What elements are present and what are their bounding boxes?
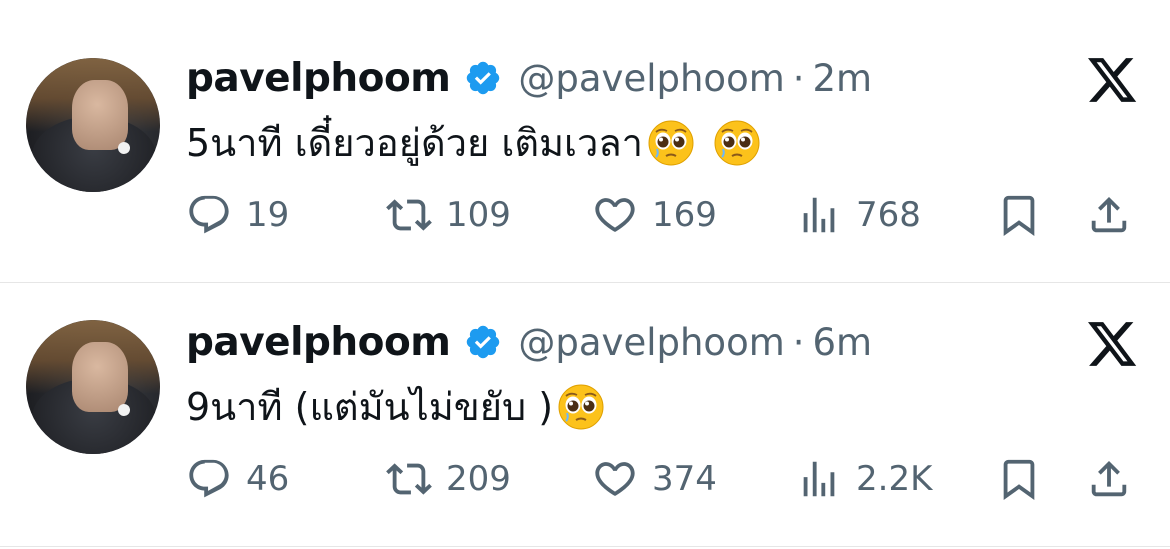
reply-icon xyxy=(189,459,229,498)
verified-badge-icon[interactable] xyxy=(464,323,502,361)
reply-button[interactable]: 19 xyxy=(186,190,289,240)
separator-dot: · xyxy=(792,320,805,364)
bookmark-icon xyxy=(1003,459,1035,500)
pleading-face-emoji xyxy=(557,383,605,431)
views-button[interactable]: 768 xyxy=(796,190,921,240)
timestamp[interactable]: 2m xyxy=(813,57,873,100)
tweet[interactable]: pavelphoom @pavelphoom · 2m 5นาที เดี๋ยว… xyxy=(0,18,1170,282)
action-bar: 19 109 169 768 xyxy=(186,190,1146,240)
avatar[interactable] xyxy=(26,58,160,192)
display-name[interactable]: pavelphoom xyxy=(186,56,451,101)
reply-button[interactable]: 46 xyxy=(186,454,289,504)
heart-icon xyxy=(595,462,635,496)
share-icon xyxy=(1091,460,1127,497)
reply-count: 46 xyxy=(246,459,290,499)
retweet-count: 109 xyxy=(446,195,511,235)
retweet-count: 209 xyxy=(446,459,511,499)
views-button[interactable]: 2.2K xyxy=(796,454,932,504)
retweet-button[interactable]: 209 xyxy=(386,454,511,504)
x-logo-icon xyxy=(1088,58,1137,102)
share-icon xyxy=(1091,196,1127,233)
avatar-person xyxy=(72,342,128,412)
bookmark-button[interactable] xyxy=(996,454,1042,504)
retweet-button[interactable]: 109 xyxy=(386,190,511,240)
tweet-text-content: 5นาที เดี๋ยวอยู่ด้วย เติมเวลา xyxy=(186,121,644,165)
like-button[interactable]: 169 xyxy=(592,190,717,240)
divider xyxy=(0,546,1170,547)
user-handle[interactable]: @pavelphoom xyxy=(518,321,784,364)
reply-count: 19 xyxy=(246,195,290,235)
user-handle[interactable]: @pavelphoom xyxy=(518,57,784,100)
views-icon xyxy=(803,461,835,497)
tweet-text: 9นาที (แต่มันไม่ขยับ ) xyxy=(186,376,605,437)
share-button[interactable] xyxy=(1086,454,1132,504)
heart-icon xyxy=(595,198,635,232)
action-bar: 46 209 374 2.2K xyxy=(186,454,1146,504)
bookmark-icon xyxy=(1003,195,1035,236)
timestamp[interactable]: 6m xyxy=(813,321,873,364)
views-icon xyxy=(803,197,835,233)
reply-icon xyxy=(189,195,229,234)
like-button[interactable]: 374 xyxy=(592,454,717,504)
tweet-text: 5นาที เดี๋ยวอยู่ด้วย เติมเวลา xyxy=(186,112,761,173)
share-button[interactable] xyxy=(1086,190,1132,240)
tweet[interactable]: pavelphoom @pavelphoom · 6m 9นาที (แต่มั… xyxy=(0,282,1170,546)
bookmark-button[interactable] xyxy=(996,190,1042,240)
tweet-text-content: 9นาที (แต่มันไม่ขยับ ) xyxy=(186,385,554,429)
avatar-person xyxy=(72,80,128,150)
tweet-header: pavelphoom @pavelphoom · 6m xyxy=(186,318,872,366)
verified-badge-icon[interactable] xyxy=(464,59,502,97)
display-name[interactable]: pavelphoom xyxy=(186,320,451,365)
avatar[interactable] xyxy=(26,320,160,454)
like-count: 374 xyxy=(652,459,717,499)
pleading-face-emoji xyxy=(647,119,695,167)
retweet-icon xyxy=(386,463,432,495)
like-count: 169 xyxy=(652,195,717,235)
x-logo-icon xyxy=(1088,322,1137,366)
separator-dot: · xyxy=(792,56,805,100)
tweet-header: pavelphoom @pavelphoom · 2m xyxy=(186,54,872,102)
avatar-flower xyxy=(118,404,130,416)
pleading-face-emoji xyxy=(713,119,761,167)
views-count: 768 xyxy=(856,195,921,235)
retweet-icon xyxy=(386,199,432,231)
views-count: 2.2K xyxy=(856,459,933,499)
avatar-flower xyxy=(118,142,130,154)
